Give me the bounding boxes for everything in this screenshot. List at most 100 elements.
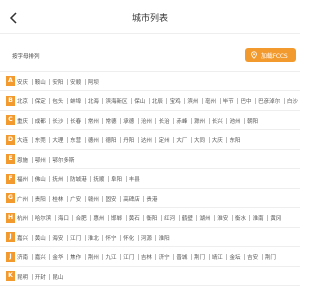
- city-link[interactable]: 鄂尔多斯: [52, 156, 74, 164]
- city-link[interactable]: 佛山: [35, 175, 46, 183]
- city-link[interactable]: 高碑店: [123, 195, 140, 203]
- city-link[interactable]: 北辰: [152, 97, 163, 105]
- city-link[interactable]: 长兴: [212, 117, 223, 125]
- city-link[interactable]: 靖江: [212, 253, 223, 261]
- city-link[interactable]: 广州: [17, 195, 28, 203]
- city-link[interactable]: 蚌埠: [70, 97, 81, 105]
- city-link[interactable]: 昆山: [52, 273, 63, 281]
- city-link[interactable]: 荆州: [88, 253, 99, 261]
- city-link[interactable]: 晋城: [176, 253, 187, 261]
- city-link[interactable]: 滁州: [194, 117, 205, 125]
- city-link[interactable]: 池州: [229, 117, 240, 125]
- city-link[interactable]: 淮北: [88, 234, 99, 242]
- city-link[interactable]: 嘉兴: [17, 234, 28, 242]
- city-link[interactable]: 广安: [70, 195, 81, 203]
- city-link[interactable]: 安庆: [17, 78, 28, 86]
- city-link[interactable]: 金华: [52, 253, 63, 261]
- city-link[interactable]: 鹤壁: [182, 214, 193, 222]
- city-link[interactable]: 金坛: [229, 253, 240, 261]
- city-link[interactable]: 安阳: [52, 78, 63, 86]
- city-link[interactable]: 嘉兴: [35, 253, 46, 261]
- city-link[interactable]: 邯郸: [111, 214, 122, 222]
- city-link[interactable]: 衡阳: [146, 214, 157, 222]
- city-link[interactable]: 湖州: [200, 214, 211, 222]
- city-link[interactable]: 大厂: [176, 136, 187, 144]
- city-link[interactable]: 东阳: [229, 136, 240, 144]
- city-link[interactable]: 大理: [52, 136, 63, 144]
- city-link[interactable]: 长沙: [52, 117, 63, 125]
- city-link[interactable]: 江门: [123, 253, 134, 261]
- city-link[interactable]: 巴彦淖尔: [258, 97, 280, 105]
- city-link[interactable]: 恩施: [17, 156, 28, 164]
- city-link[interactable]: 北海: [88, 97, 99, 105]
- city-link[interactable]: 哈尔滨: [35, 214, 52, 222]
- city-link[interactable]: 保定: [35, 97, 46, 105]
- city-link[interactable]: 桂林: [52, 195, 63, 203]
- city-link[interactable]: 淮安: [217, 214, 228, 222]
- city-link[interactable]: 德阳: [106, 136, 117, 144]
- city-link[interactable]: 赣州: [88, 195, 99, 203]
- city-link[interactable]: 朝阳: [247, 117, 258, 125]
- city-link[interactable]: 海安: [52, 234, 63, 242]
- city-link[interactable]: 福州: [17, 175, 28, 183]
- city-link[interactable]: 亳州: [205, 97, 216, 105]
- city-link[interactable]: 贵港: [146, 195, 157, 203]
- city-link[interactable]: 江门: [70, 234, 81, 242]
- city-link[interactable]: 成都: [35, 117, 46, 125]
- city-link[interactable]: 滨海新区: [106, 97, 128, 105]
- city-link[interactable]: 白沙: [287, 97, 298, 105]
- city-link[interactable]: 东莞: [35, 136, 46, 144]
- city-link[interactable]: 丰县: [129, 175, 140, 183]
- city-link[interactable]: 吉林: [141, 253, 152, 261]
- city-link[interactable]: 吉安: [247, 253, 258, 261]
- city-link[interactable]: 防城港: [70, 175, 87, 183]
- city-link[interactable]: 荆门: [265, 253, 276, 261]
- city-link[interactable]: 宝鸡: [170, 97, 181, 105]
- city-link[interactable]: 黄山: [35, 234, 46, 242]
- city-link[interactable]: 鞍山: [35, 78, 46, 86]
- city-link[interactable]: 阜阳: [111, 175, 122, 183]
- city-link[interactable]: 沧州: [141, 117, 152, 125]
- city-link[interactable]: 黄石: [129, 214, 140, 222]
- city-link[interactable]: 焦作: [70, 253, 81, 261]
- city-link[interactable]: 杭州: [17, 214, 28, 222]
- city-link[interactable]: 常州: [88, 117, 99, 125]
- city-link[interactable]: 海口: [58, 214, 69, 222]
- city-link[interactable]: 常德: [106, 117, 117, 125]
- city-link[interactable]: 抚顺: [93, 175, 104, 183]
- city-link[interactable]: 北京: [17, 97, 28, 105]
- city-link[interactable]: 长治: [159, 117, 170, 125]
- city-link[interactable]: 合肥: [76, 214, 87, 222]
- city-link[interactable]: 淮阳: [159, 234, 170, 242]
- city-link[interactable]: 定州: [159, 136, 170, 144]
- city-link[interactable]: 九江: [106, 253, 117, 261]
- city-link[interactable]: 黄冈: [270, 214, 281, 222]
- city-link[interactable]: 河源: [141, 234, 152, 242]
- city-link[interactable]: 阿坝: [88, 78, 99, 86]
- city-link[interactable]: 承德: [123, 117, 134, 125]
- city-link[interactable]: 惠州: [93, 214, 104, 222]
- city-link[interactable]: 滨州: [187, 97, 198, 105]
- city-link[interactable]: 固安: [106, 195, 117, 203]
- city-link[interactable]: 鄂州: [35, 156, 46, 164]
- city-link[interactable]: 昆明: [17, 273, 28, 281]
- city-link[interactable]: 重庆: [17, 117, 28, 125]
- city-link[interactable]: 荆门: [194, 253, 205, 261]
- city-link[interactable]: 巴中: [240, 97, 251, 105]
- city-link[interactable]: 达州: [141, 136, 152, 144]
- city-link[interactable]: 大连: [17, 136, 28, 144]
- city-link[interactable]: 抚州: [52, 175, 63, 183]
- city-link[interactable]: 赤峰: [176, 117, 187, 125]
- city-link[interactable]: 济南: [17, 253, 28, 261]
- city-link[interactable]: 淮南: [253, 214, 264, 222]
- city-link[interactable]: 大同: [194, 136, 205, 144]
- city-link[interactable]: 毕节: [223, 97, 234, 105]
- city-link[interactable]: 怀化: [123, 234, 134, 242]
- city-link[interactable]: 东营: [70, 136, 81, 144]
- location-button[interactable]: 加载FCCS: [245, 48, 296, 62]
- city-link[interactable]: 开封: [35, 273, 46, 281]
- city-link[interactable]: 大庆: [212, 136, 223, 144]
- city-link[interactable]: 长春: [70, 117, 81, 125]
- city-link[interactable]: 贵阳: [35, 195, 46, 203]
- city-link[interactable]: 安顺: [70, 78, 81, 86]
